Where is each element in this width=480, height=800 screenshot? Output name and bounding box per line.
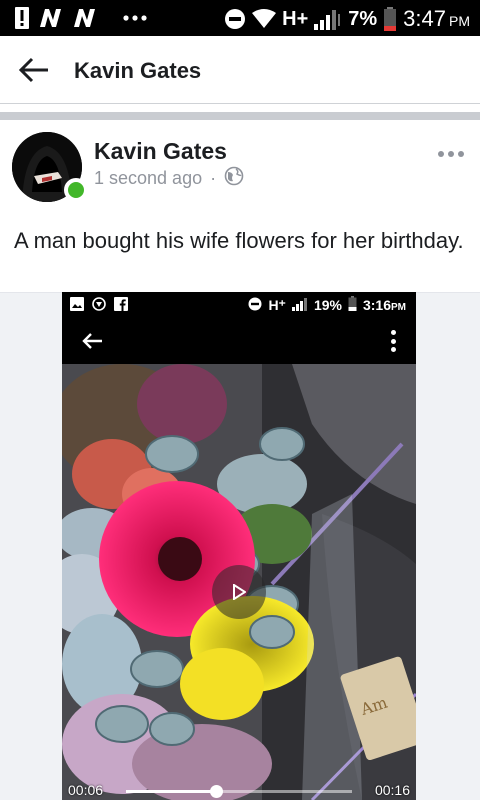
network-type: H+ bbox=[282, 7, 309, 30]
more-dot bbox=[458, 151, 464, 157]
battery-low-icon bbox=[383, 7, 397, 31]
alert-icon bbox=[14, 6, 30, 30]
video-inner-status-bar: H⁺ 19% 3:16PM bbox=[62, 292, 416, 318]
vpn-shield-icon bbox=[92, 297, 106, 314]
online-status-indicator bbox=[64, 178, 88, 202]
post-meta: 1 second ago · bbox=[94, 166, 244, 191]
meta-separator: · bbox=[210, 168, 217, 188]
more-dot bbox=[448, 151, 454, 157]
inner-time-ampm: PM bbox=[391, 302, 406, 313]
seek-bar-handle[interactable] bbox=[210, 785, 224, 798]
inner-time-value: 3:16 bbox=[362, 297, 391, 313]
inner-battery-percent: 19% bbox=[313, 297, 342, 313]
video-progress: 00:06 00:16 bbox=[62, 770, 416, 800]
section-divider bbox=[0, 112, 480, 120]
post-author[interactable]: Kavin Gates bbox=[94, 138, 227, 165]
app-bar: Kavin Gates bbox=[0, 36, 480, 104]
arrow-left-icon bbox=[18, 57, 48, 83]
post-options-button[interactable] bbox=[438, 146, 468, 162]
post-timestamp[interactable]: 1 second ago bbox=[94, 168, 202, 189]
gallery-icon bbox=[70, 297, 84, 314]
post-text: A man bought his wife flowers for her bi… bbox=[14, 228, 464, 253]
more-dots-icon bbox=[122, 14, 148, 22]
seek-bar[interactable] bbox=[126, 785, 352, 798]
globe-icon bbox=[224, 166, 244, 191]
inner-time: 3:16PM bbox=[363, 297, 406, 313]
total-duration: 00:16 bbox=[374, 782, 410, 798]
play-icon bbox=[233, 584, 246, 600]
signal-icon bbox=[291, 297, 308, 314]
signal-icon bbox=[314, 8, 342, 30]
seek-bar-fill bbox=[126, 790, 217, 793]
status-left-icons bbox=[14, 6, 148, 30]
status-time-value: 3:47 bbox=[403, 6, 446, 31]
inner-network-type: H⁺ bbox=[268, 296, 286, 313]
arrow-left-icon bbox=[82, 332, 104, 350]
notification-n-icon bbox=[38, 7, 64, 29]
status-right-icons: H+ 7% 3:47 PM bbox=[224, 6, 470, 32]
facebook-icon bbox=[114, 297, 128, 314]
status-time-ampm: PM bbox=[449, 13, 470, 29]
kebab-menu-icon bbox=[390, 330, 396, 352]
elapsed-time: 00:06 bbox=[68, 782, 104, 798]
battery-icon bbox=[348, 296, 357, 314]
status-time: 3:47 PM bbox=[403, 6, 470, 32]
page-title: Kavin Gates bbox=[74, 58, 202, 83]
do-not-disturb-icon bbox=[248, 297, 262, 314]
more-dot bbox=[438, 151, 444, 157]
wifi-icon bbox=[252, 9, 277, 29]
do-not-disturb-icon bbox=[224, 8, 246, 30]
play-button[interactable] bbox=[212, 565, 266, 619]
notification-n-icon bbox=[72, 7, 98, 29]
back-button[interactable] bbox=[18, 56, 50, 84]
status-bar: H+ 7% 3:47 PM bbox=[0, 0, 480, 36]
battery-percent: 7% bbox=[348, 7, 378, 30]
video-inner-app-bar bbox=[62, 318, 416, 364]
video-player[interactable]: H⁺ 19% 3:16PM Am 00:06 00:16 bbox=[62, 292, 416, 800]
